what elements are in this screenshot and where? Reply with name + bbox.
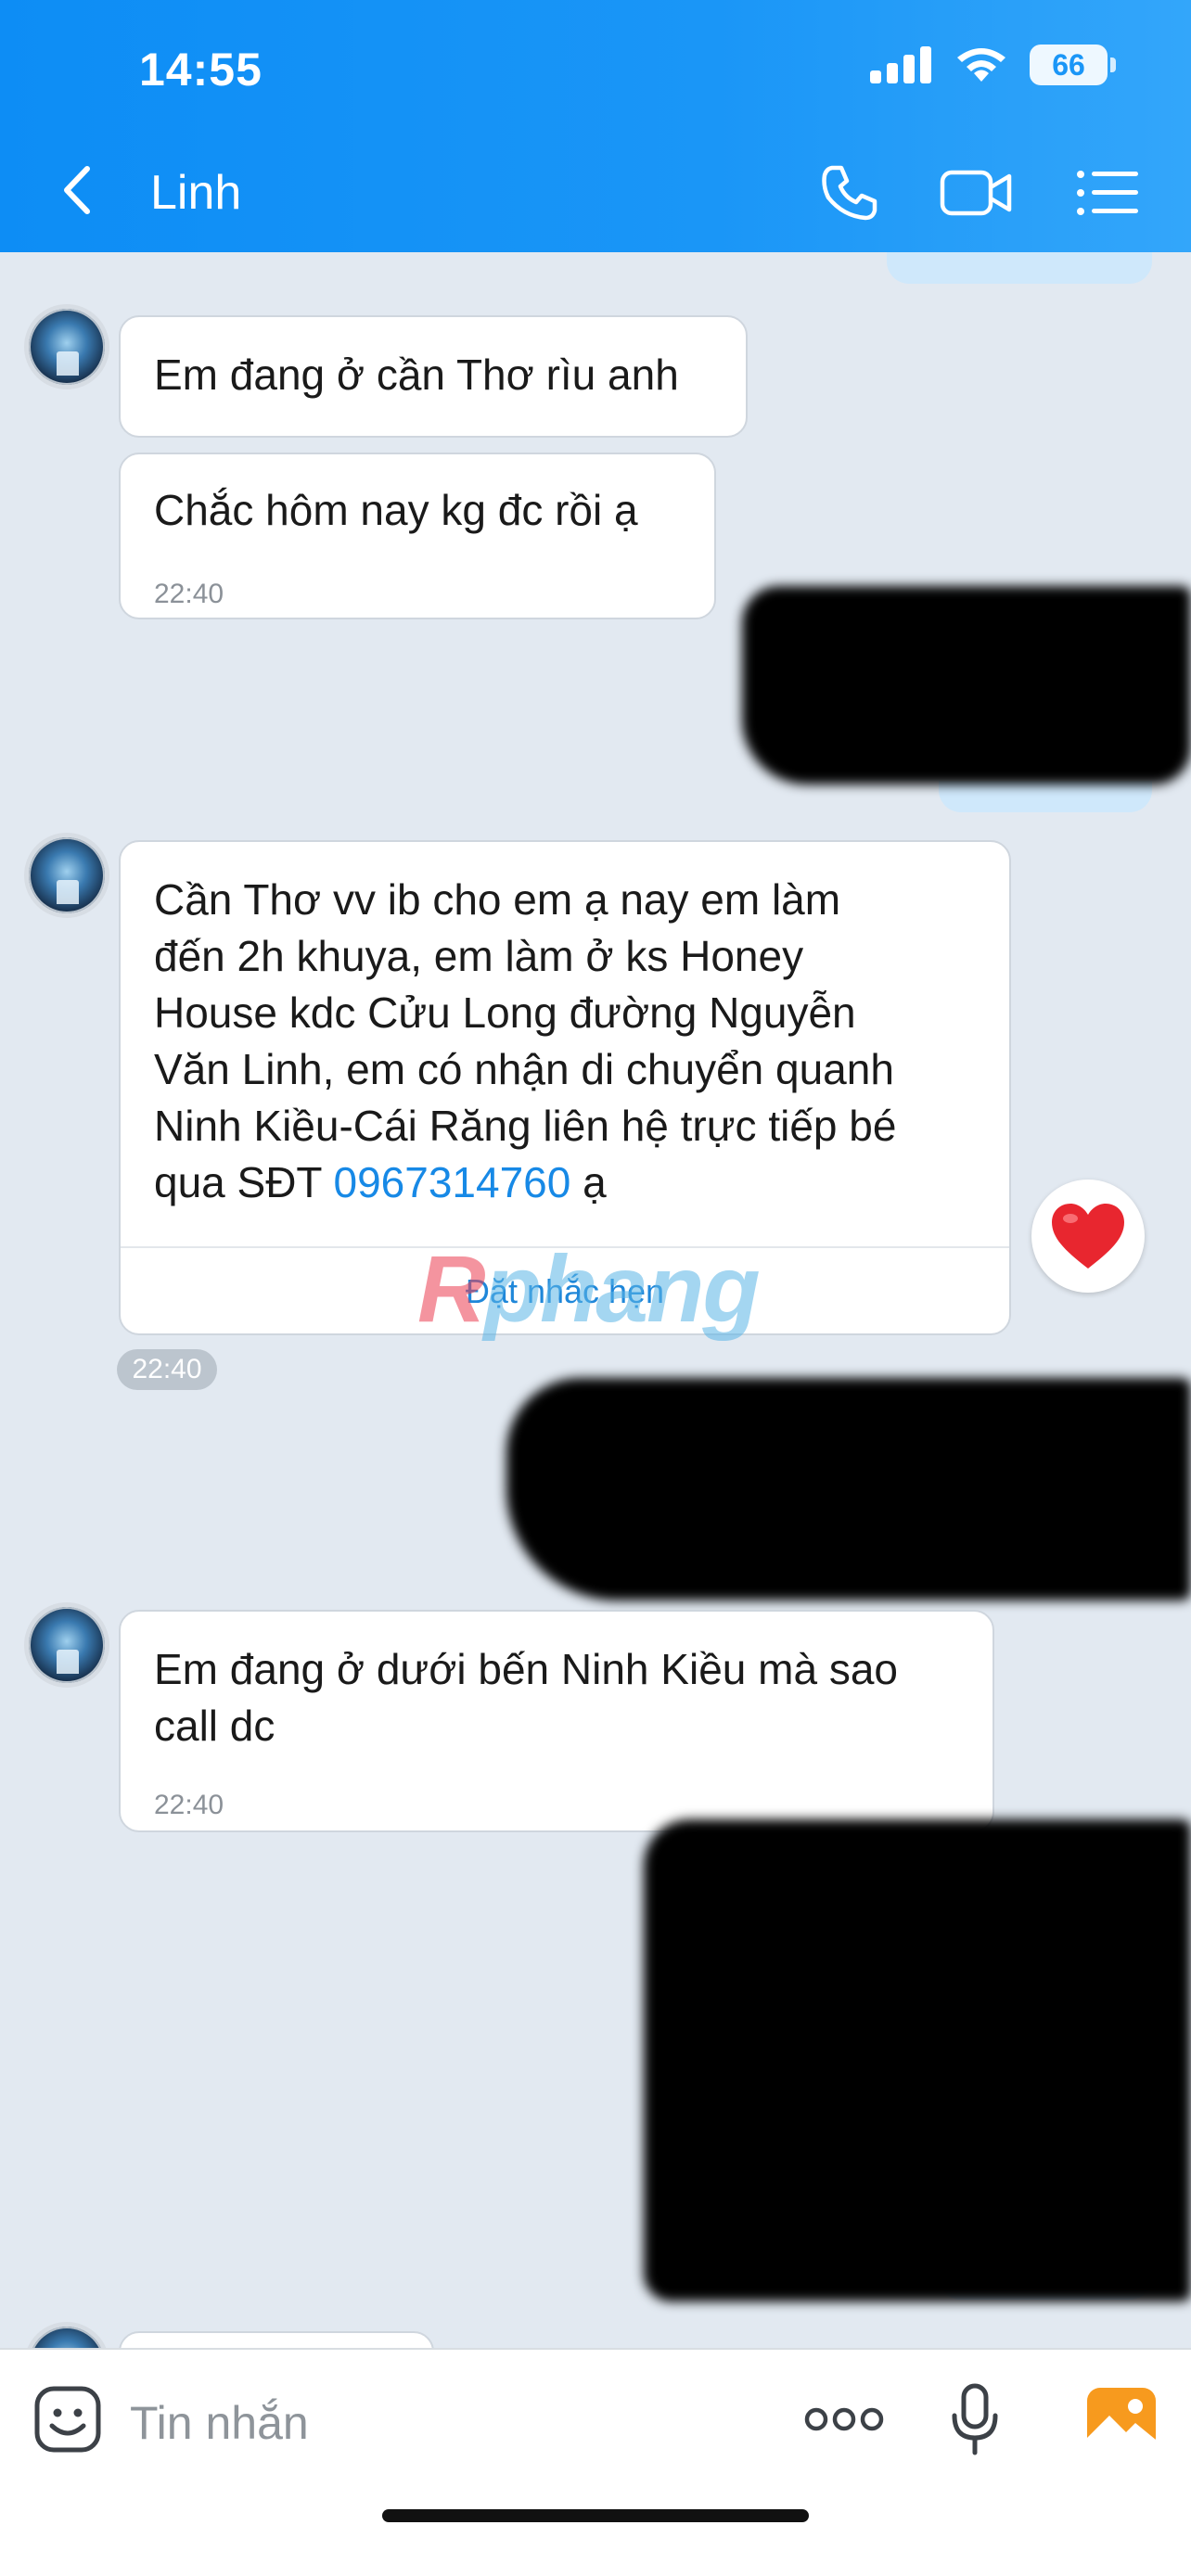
message-line: Cần Thơ vv ib cho em ạ nay em làm — [154, 875, 841, 924]
wifi-icon — [957, 48, 1005, 82]
photo-gallery-button[interactable] — [1080, 2378, 1163, 2461]
watermark: Rphang — [417, 1236, 761, 1342]
voice-call-button[interactable] — [813, 158, 887, 228]
message-bubble[interactable]: Chắc hôm nay kg đc rồi ạ 22:40 — [119, 453, 716, 619]
message-list[interactable]: Em đang ở cần Thơ rìu anh Chắc hôm nay k… — [0, 252, 1191, 2348]
reaction-badge[interactable] — [1031, 1180, 1145, 1293]
message-text-suffix: ạ — [570, 1158, 607, 1206]
chat-header: 14:55 66 Linh — [0, 0, 1191, 252]
avatar[interactable] — [24, 304, 109, 389]
battery-indicator: 66 — [1030, 45, 1116, 85]
message-text: Chắc hôm nay kg đc rồi ạ — [154, 486, 638, 534]
message-text-prefix: qua SĐT — [154, 1158, 334, 1206]
message-line: call dc — [154, 1702, 275, 1750]
message-line: Văn Linh, em có nhận di chuyển quanh — [154, 1045, 894, 1093]
sent-message-partial — [887, 252, 1152, 284]
message-text: Cần Thơ vv ib cho em ạ nay em làm đến 2h… — [121, 842, 1009, 1211]
redacted-region — [506, 1378, 1191, 1600]
menu-list-icon — [1077, 171, 1138, 215]
message-text: Em đang ở cần Thơ rìu anh — [154, 351, 679, 399]
message-bubble[interactable]: Em đang ở cần Thơ rìu anh — [119, 315, 748, 438]
message-line: đến 2h khuya, em làm ở ks Honey — [154, 932, 804, 980]
phone-icon — [822, 165, 877, 221]
status-icons: 66 — [868, 45, 1116, 85]
message-bubble[interactable]: Em đang ở dưới bến Ninh Kiều mà sao call… — [119, 1610, 994, 1832]
message-line: Ninh Kiều-Cái Răng liên hệ trực tiếp bé — [154, 1102, 897, 1150]
avatar[interactable] — [24, 1602, 109, 1688]
image-icon — [1087, 2388, 1156, 2451]
cellular-signal-icon — [870, 46, 931, 83]
sent-message-partial — [939, 781, 1152, 812]
voice-message-button[interactable] — [933, 2378, 1017, 2461]
message-line: Em đang ở dưới bến Ninh Kiều mà sao — [154, 1645, 898, 1693]
home-indicator — [382, 2509, 809, 2522]
avatar[interactable] — [24, 2322, 109, 2348]
sticker-icon — [34, 2386, 101, 2453]
phone-number-link[interactable]: 0967314760 — [333, 1158, 570, 1206]
redacted-region — [644, 1819, 1191, 2302]
more-icon — [804, 2407, 884, 2431]
more-button[interactable] — [798, 2378, 890, 2461]
redacted-region — [742, 586, 1191, 784]
message-bubble-partial[interactable] — [119, 2331, 434, 2348]
status-time: 14:55 — [139, 44, 263, 96]
message-time: 22:40 — [154, 1790, 224, 1820]
avatar[interactable] — [24, 833, 109, 918]
message-line: House kdc Cửu Long đường Nguyễn — [154, 988, 856, 1037]
message-line: qua SĐT 0967314760 ạ — [154, 1154, 976, 1211]
heart-icon — [1052, 1204, 1124, 1269]
microphone-icon — [952, 2383, 998, 2455]
back-chevron-icon — [64, 166, 90, 214]
sticker-button[interactable] — [26, 2378, 109, 2461]
message-time-badge: 22:40 — [117, 1349, 217, 1390]
video-camera-icon — [940, 170, 1012, 216]
message-input[interactable]: Tin nhắn — [130, 2396, 309, 2450]
message-composer: Tin nhắn — [0, 2348, 1191, 2576]
options-menu-button[interactable] — [1070, 158, 1145, 228]
contact-name[interactable]: Linh — [150, 165, 241, 221]
video-call-button[interactable] — [939, 158, 1013, 228]
back-button[interactable] — [48, 158, 104, 223]
message-time: 22:40 — [154, 579, 224, 609]
message-text: Em đang ở dưới bến Ninh Kiều mà sao call… — [121, 1612, 992, 1754]
